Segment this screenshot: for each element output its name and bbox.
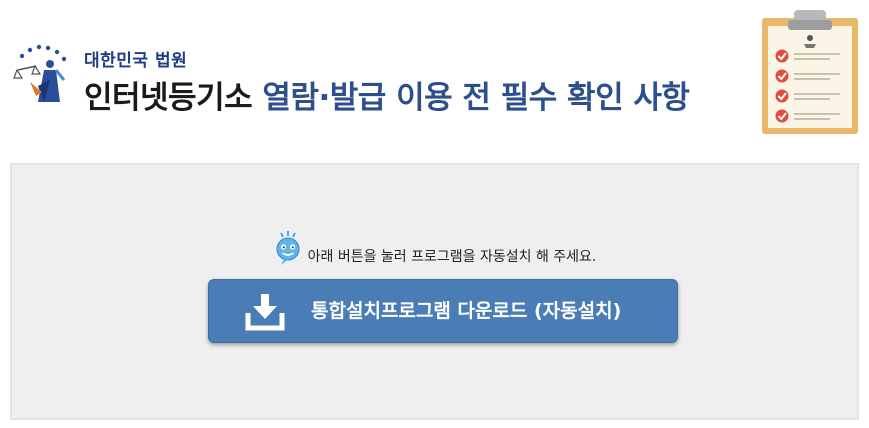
header: 대한민국 법원 인터넷등기소 열람·발급 이용 전 필수 확인 사항: [0, 0, 869, 160]
download-installer-label: 통합설치프로그램 다운로드 (자동설치): [311, 300, 622, 322]
checklist-clipboard-icon: [762, 10, 858, 134]
install-notice-text: 아래 버튼을 눌러 프로그램을 자동설치 해 주세요.: [307, 249, 597, 265]
page-title-service: 인터넷등기소: [84, 80, 253, 116]
page-title-subject: 열람·발급 이용 전 필수 확인 사항: [262, 80, 690, 116]
download-installer-button[interactable]: 통합설치프로그램 다운로드 (자동설치): [208, 279, 678, 343]
court-name: 대한민국 법원: [84, 51, 188, 71]
download-icon: [245, 294, 285, 331]
install-notice: 아래 버튼을 눌러 프로그램을 자동설치 해 주세요.: [12, 231, 857, 267]
smiley-face-icon: [276, 231, 300, 265]
install-panel: 아래 버튼을 눌러 프로그램을 자동설치 해 주세요. 통합설치프로그램 다운로…: [10, 163, 859, 420]
page-title: 인터넷등기소 열람·발급 이용 전 필수 확인 사항: [84, 72, 690, 117]
court-emblem-icon: [13, 44, 67, 102]
